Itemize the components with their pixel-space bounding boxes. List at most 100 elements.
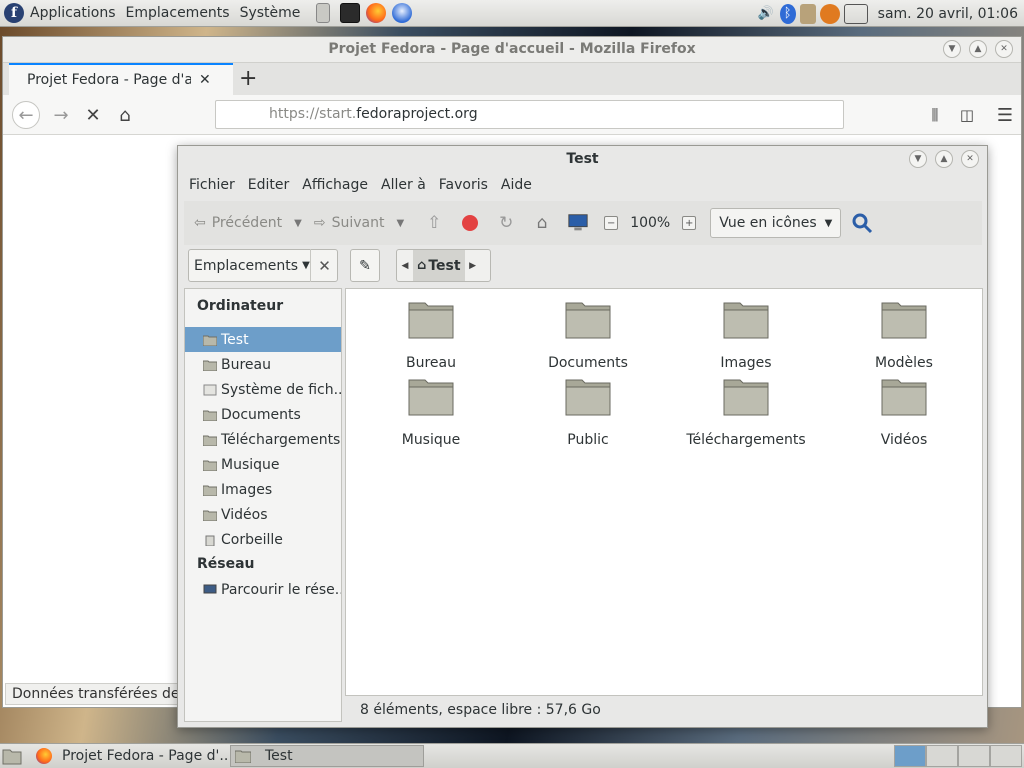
tab-fedora[interactable]: Projet Fedora - Page d'accueil ✕ bbox=[9, 63, 233, 95]
clipboard-icon[interactable] bbox=[799, 3, 816, 24]
terminal-icon[interactable] bbox=[340, 3, 361, 23]
new-tab-button[interactable]: + bbox=[239, 66, 257, 91]
folder-icon bbox=[881, 379, 927, 416]
crumb-right-arrow-icon[interactable]: ▶ bbox=[465, 261, 481, 271]
volume-icon[interactable]: 🔊 bbox=[756, 4, 776, 24]
menu-edit[interactable]: Editer bbox=[248, 177, 289, 193]
zoom-out-button[interactable]: − bbox=[604, 216, 619, 230]
sidebar-item-test[interactable]: Test bbox=[185, 327, 341, 352]
computer-icon[interactable] bbox=[567, 212, 589, 234]
taskbar-firefox[interactable]: Projet Fedora - Page d'... bbox=[32, 745, 228, 767]
crumb-left-arrow-icon[interactable]: ◀ bbox=[397, 261, 413, 271]
sidebar-item-videos[interactable]: Vidéos bbox=[185, 502, 341, 527]
close-sidebar-icon[interactable]: ✕ bbox=[310, 249, 338, 282]
maximize-button[interactable]: ▲ bbox=[969, 40, 987, 58]
zoom-level[interactable]: 100% bbox=[630, 215, 670, 231]
workspace-2[interactable] bbox=[926, 745, 958, 767]
folder-item-musique[interactable]: Musique bbox=[361, 376, 501, 448]
menu-view[interactable]: Affichage bbox=[302, 177, 368, 193]
minimize-button[interactable]: ▼ bbox=[943, 40, 961, 58]
home-folder-icon: ⌂ bbox=[417, 258, 427, 273]
minimize-button[interactable]: ▼ bbox=[909, 150, 927, 168]
folder-item-images[interactable]: Images bbox=[676, 299, 816, 371]
zoom-in-button[interactable]: + bbox=[682, 216, 697, 230]
battery-icon[interactable] bbox=[843, 3, 868, 24]
view-mode-select[interactable]: Vue en icônes ▼ bbox=[710, 208, 842, 238]
sidebar-header-network: Réseau bbox=[197, 556, 255, 572]
edit-location-icon[interactable]: ✎ bbox=[350, 249, 380, 282]
back-history-arrow-icon[interactable]: ▼ bbox=[294, 218, 302, 229]
thunderbird-icon[interactable] bbox=[392, 3, 413, 23]
breadcrumb-current[interactable]: ⌂ Test bbox=[413, 250, 465, 281]
close-button[interactable]: ✕ bbox=[961, 150, 979, 168]
trash-icon bbox=[205, 535, 215, 546]
bluetooth-icon[interactable]: ᛒ bbox=[779, 3, 796, 24]
close-button[interactable]: ✕ bbox=[995, 40, 1013, 58]
drive-icon bbox=[203, 384, 217, 395]
file-cabinet-icon[interactable] bbox=[316, 3, 331, 23]
file-manager-titlebar[interactable]: Test ▼ ▲ ✕ bbox=[178, 146, 987, 172]
sidebar-item-bureau[interactable]: Bureau bbox=[185, 352, 341, 377]
tab-close-icon[interactable]: ✕ bbox=[199, 72, 211, 88]
sidebar-item-downloads[interactable]: Téléchargements bbox=[185, 427, 341, 452]
menu-help[interactable]: Aide bbox=[501, 177, 532, 193]
menu-bookmarks[interactable]: Favoris bbox=[439, 177, 488, 193]
file-manager-title: Test bbox=[566, 151, 599, 167]
url-host: fedoraproject.org bbox=[356, 106, 478, 122]
menu-go[interactable]: Aller à bbox=[381, 177, 426, 193]
sidebar-item-documents[interactable]: Documents bbox=[185, 402, 341, 427]
hamburger-menu-icon[interactable]: ☰ bbox=[991, 101, 1019, 129]
workspace-3[interactable] bbox=[958, 745, 990, 767]
maximize-button[interactable]: ▲ bbox=[935, 150, 953, 168]
sidebar-button[interactable]: ◫ bbox=[953, 101, 981, 129]
menu-applications[interactable]: Applications bbox=[30, 5, 116, 21]
up-arrow-icon[interactable]: ⇧ bbox=[423, 212, 445, 234]
taskbar-test[interactable]: Test bbox=[230, 745, 424, 767]
folder-item-documents[interactable]: Documents bbox=[518, 299, 658, 371]
navigation-bar: ← → ✕ ⌂ https://start.fedoraproject.org … bbox=[3, 95, 1021, 135]
menu-system[interactable]: Système bbox=[240, 5, 301, 21]
firefox-status-text: Données transférées depuis bbox=[5, 683, 185, 705]
firefox-icon bbox=[36, 748, 52, 764]
back-button[interactable]: ← bbox=[12, 101, 40, 129]
sidebar-item-music[interactable]: Musique bbox=[185, 452, 341, 477]
menu-places[interactable]: Emplacements bbox=[126, 5, 230, 21]
search-icon[interactable] bbox=[851, 212, 873, 234]
home-folder-icon bbox=[235, 750, 251, 763]
sidebar-item-trash[interactable]: Corbeille bbox=[185, 527, 341, 552]
folder-item-videos[interactable]: Vidéos bbox=[834, 376, 974, 448]
folder-name: Vidéos bbox=[880, 432, 928, 448]
back-button[interactable]: ⇦ Précédent bbox=[194, 215, 282, 231]
home-button[interactable]: ⌂ bbox=[111, 101, 139, 129]
library-button[interactable]: ⫼ bbox=[921, 101, 949, 129]
folder-item-bureau[interactable]: Bureau bbox=[361, 299, 501, 371]
clock[interactable]: sam. 20 avril, 01:06 bbox=[878, 6, 1018, 22]
folder-item-modeles[interactable]: Modèles bbox=[834, 299, 974, 371]
workspace-1[interactable] bbox=[894, 745, 926, 767]
menu-file[interactable]: Fichier bbox=[189, 177, 235, 193]
file-view[interactable]: Bureau Documents Images Modèles Musique … bbox=[345, 288, 983, 696]
stop-button[interactable]: ✕ bbox=[79, 101, 107, 129]
sidebar-item-images[interactable]: Images bbox=[185, 477, 341, 502]
url-bar[interactable]: https://start.fedoraproject.org bbox=[215, 100, 844, 129]
stop-icon[interactable] bbox=[462, 215, 479, 231]
forward-history-arrow-icon[interactable]: ▼ bbox=[397, 218, 405, 229]
workspace-4[interactable] bbox=[990, 745, 1022, 767]
firefox-window-title: Projet Fedora - Page d'accueil - Mozilla… bbox=[328, 41, 696, 57]
show-desktop-icon[interactable] bbox=[2, 747, 22, 765]
reload-icon[interactable]: ↻ bbox=[495, 212, 517, 234]
sidebar-item-browse-network[interactable]: Parcourir le rése... bbox=[185, 577, 341, 602]
folder-icon bbox=[565, 302, 611, 339]
updates-icon[interactable] bbox=[819, 3, 840, 24]
firefox-icon[interactable] bbox=[366, 3, 387, 23]
home-folder-icon[interactable]: ⌂ bbox=[531, 212, 553, 234]
folder-item-telechargements[interactable]: Téléchargements bbox=[676, 376, 816, 448]
forward-button[interactable]: → bbox=[47, 101, 75, 129]
folder-item-public[interactable]: Public bbox=[518, 376, 658, 448]
sidebar-item-label: Bureau bbox=[221, 356, 271, 373]
tab-label: Projet Fedora - Page d'accueil bbox=[27, 72, 191, 88]
sidebar-item-filesystem[interactable]: Système de fich... bbox=[185, 377, 341, 402]
forward-button[interactable]: ⇨ Suivant bbox=[314, 215, 385, 231]
fedora-logo-icon[interactable]: f bbox=[4, 3, 24, 23]
firefox-titlebar[interactable]: Projet Fedora - Page d'accueil - Mozilla… bbox=[3, 37, 1021, 63]
